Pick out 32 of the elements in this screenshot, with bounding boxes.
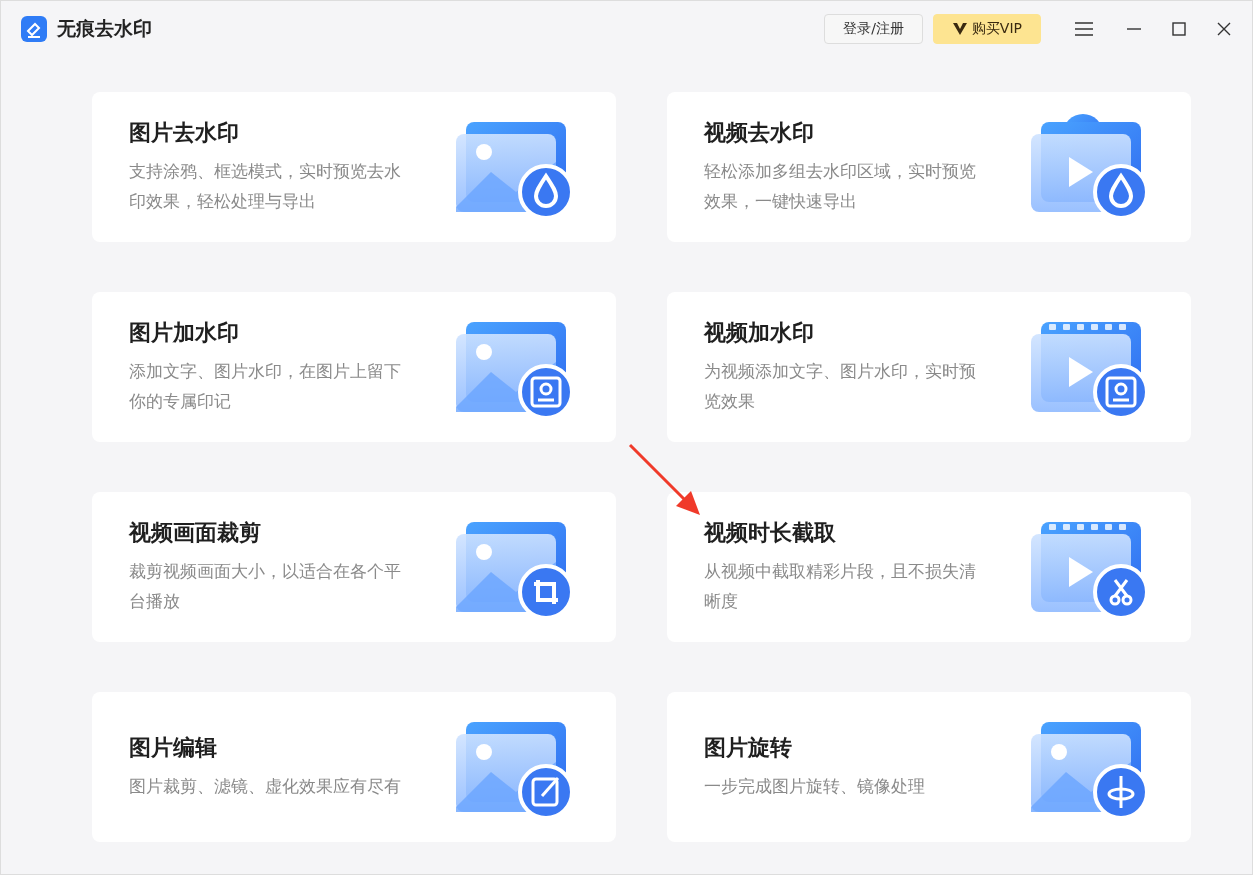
tool-card[interactable]: 图片编辑 图片裁剪、滤镜、虚化效果应有尽有 <box>92 692 616 842</box>
tool-card[interactable]: 图片去水印 支持涂鸦、框选模式，实时预览去水印效果，轻松处理与导出 <box>92 92 616 242</box>
tool-card[interactable]: 视频去水印 轻松添加多组去水印区域，实时预览效果，一键快速导出 <box>667 92 1191 242</box>
vip-button[interactable]: 购买VIP <box>932 13 1041 44</box>
card-title: 视频去水印 <box>704 119 815 147</box>
menu-icon[interactable] <box>1075 21 1093 36</box>
card-description: 添加文字、图片水印，在图片上留下你的专属印记 <box>129 360 402 413</box>
card-title: 图片去水印 <box>129 119 240 147</box>
card-description: 支持涂鸦、框选模式，实时预览去水印效果，轻松处理与导出 <box>129 160 402 213</box>
card-title: 视频时长截取 <box>704 519 837 547</box>
card-description: 图片裁剪、滤镜、虚化效果应有尽有 <box>129 775 402 798</box>
card-title: 视频加水印 <box>704 319 815 347</box>
close-icon[interactable] <box>1217 21 1231 36</box>
tool-card[interactable]: 图片加水印 添加文字、图片水印，在图片上留下你的专属印记 <box>92 292 616 442</box>
card-description: 为视频添加文字、图片水印，实时预览效果 <box>704 360 977 413</box>
card-description: 一步完成图片旋转、镜像处理 <box>704 775 926 798</box>
login-button[interactable]: 登录/注册 <box>824 13 923 44</box>
card-title: 视频画面裁剪 <box>129 519 262 547</box>
tool-card[interactable]: 视频时长截取 从视频中截取精彩片段，且不损失清晰度 <box>667 492 1191 642</box>
card-description: 轻松添加多组去水印区域，实时预览效果，一键快速导出 <box>704 160 977 213</box>
card-title: 图片编辑 <box>129 734 218 762</box>
card-description: 从视频中截取精彩片段，且不损失清晰度 <box>704 560 977 613</box>
tool-card[interactable]: 图片旋转 一步完成图片旋转、镜像处理 <box>667 692 1191 842</box>
card-title: 图片旋转 <box>704 734 793 762</box>
maximize-icon[interactable] <box>1172 21 1186 36</box>
tool-card[interactable]: 视频加水印 为视频添加文字、图片水印，实时预览效果 <box>667 292 1191 442</box>
card-title: 图片加水印 <box>129 319 240 347</box>
tool-card[interactable]: 视频画面裁剪 裁剪视频画面大小，以适合在各个平台播放 <box>92 492 616 642</box>
eraser-logo-icon <box>21 15 47 42</box>
window-title: 无痕去水印 <box>57 15 152 41</box>
card-description: 裁剪视频画面大小，以适合在各个平台播放 <box>129 560 402 613</box>
v-logo-icon <box>951 21 968 36</box>
